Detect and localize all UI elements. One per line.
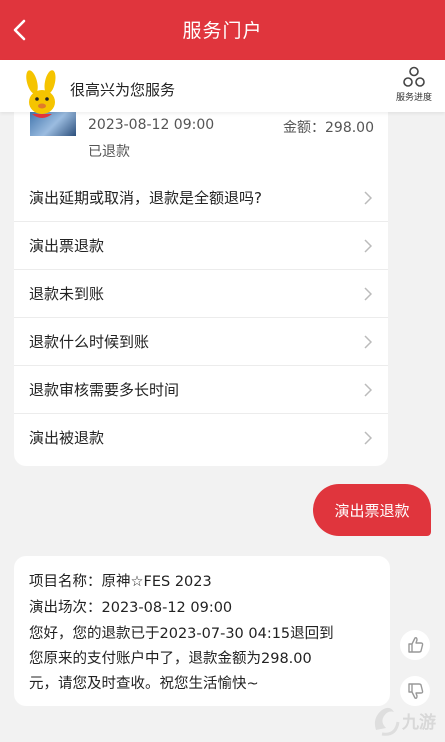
user-message-bubble: 演出票退款 [313, 484, 431, 536]
faq-list: 演出延期或取消，退款是全额退吗? 演出票退款 退款未到账 退款什么时候到账 退款… [14, 174, 388, 461]
reply-line: 元，请您及时查收。祝您生活愉快~ [29, 676, 259, 692]
faq-item-label: 退款审核需要多长时间 [29, 381, 180, 399]
page-title: 服务门户 [182, 20, 263, 42]
order-amount: 金额：298.00 [283, 120, 374, 136]
faq-item[interactable]: 演出票退款 [14, 222, 388, 270]
chevron-right-icon [364, 383, 372, 397]
service-progress-icon [403, 66, 425, 87]
reply-line: 您好，您的退款已于2023-07-30 04:15退回到 [29, 626, 334, 642]
faq-item[interactable]: 退款什么时候到账 [14, 318, 388, 366]
reply-line: 您原来的支付账户中了，退款金额为298.00 [29, 651, 312, 667]
faq-item[interactable]: 演出延期或取消，退款是全额退吗? [14, 174, 388, 222]
chevron-right-icon [364, 335, 372, 349]
header-bar: 服务门户 [0, 0, 445, 60]
faq-item[interactable]: 退款未到账 [14, 270, 388, 318]
watermark-logo: 九游 [374, 707, 436, 736]
user-message-text: 演出票退款 [334, 502, 410, 520]
reply-card: 项目名称：原神☆FES 2023 演出场次：2023-08-12 09:00 您… [14, 556, 390, 706]
mascot-avatar [26, 70, 56, 118]
chevron-right-icon [364, 239, 372, 253]
faq-item-label: 演出被退款 [29, 429, 105, 447]
reply-project: 项目名称：原神☆FES 2023 [29, 574, 212, 590]
chevron-right-icon [364, 431, 372, 445]
faq-item-label: 退款未到账 [29, 285, 105, 303]
order-status: 已退款 [88, 144, 130, 160]
faq-item-label: 退款什么时候到账 [29, 333, 150, 351]
faq-card: 2023-08-12 09:00 金额：298.00 已退款 演出延期或取消，退… [14, 104, 388, 466]
faq-item[interactable]: 退款审核需要多长时间 [14, 366, 388, 414]
welcome-bar: 很高兴为您服务 服务进度 [0, 60, 445, 118]
welcome-text: 很高兴为您服务 [70, 81, 176, 99]
service-progress-label: 服务进度 [395, 93, 432, 103]
order-date: 2023-08-12 09:00 [88, 117, 215, 133]
like-button[interactable] [400, 630, 430, 660]
chevron-right-icon [364, 287, 372, 301]
chevron-right-icon [364, 191, 372, 205]
faq-item[interactable]: 演出被退款 [14, 414, 388, 461]
faq-item-label: 演出延期或取消，退款是全额退吗? [29, 189, 262, 207]
thumbs-up-icon [408, 637, 424, 653]
service-progress-button[interactable]: 服务进度 [391, 66, 437, 103]
reply-session: 演出场次：2023-08-12 09:00 [29, 600, 233, 616]
svg-text:九游: 九游 [401, 712, 436, 733]
faq-item-label: 演出票退款 [29, 237, 105, 255]
